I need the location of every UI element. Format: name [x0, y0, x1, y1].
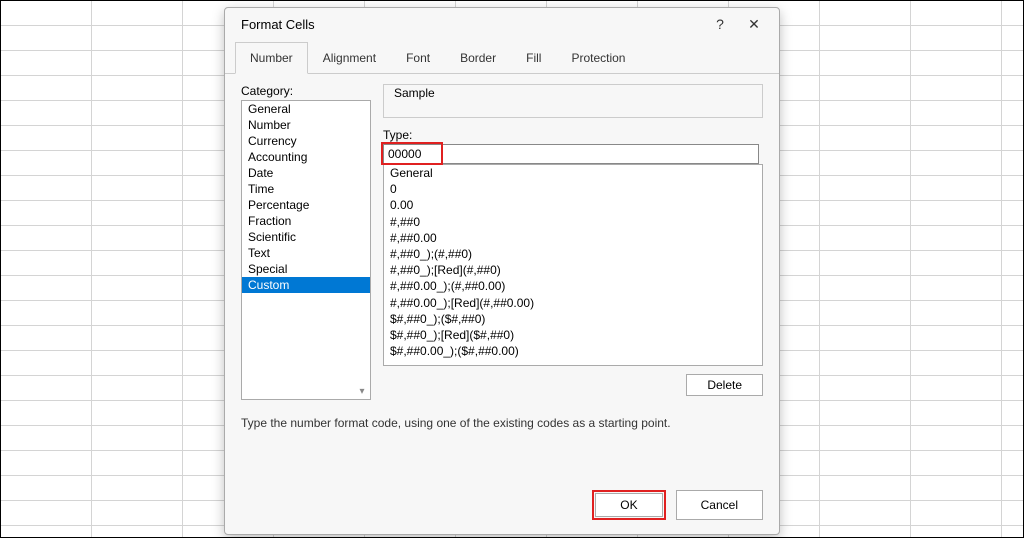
ok-button[interactable]: OK — [595, 493, 662, 517]
highlight-annotation: OK — [592, 490, 665, 520]
category-item[interactable]: Number — [242, 117, 370, 133]
format-code-item[interactable]: #,##0.00_);(#,##0.00) — [384, 278, 762, 294]
category-label: Category: — [241, 84, 371, 98]
category-item[interactable]: Text — [242, 245, 370, 261]
help-button[interactable]: ? — [703, 10, 737, 38]
category-item-selected[interactable]: Custom — [242, 277, 370, 293]
tab-strip: Number Alignment Font Border Fill Protec… — [225, 40, 779, 74]
cancel-button[interactable]: Cancel — [676, 490, 763, 520]
tab-alignment[interactable]: Alignment — [308, 42, 391, 74]
dialog-button-bar: OK Cancel — [225, 480, 779, 534]
category-item[interactable]: Currency — [242, 133, 370, 149]
format-code-item[interactable]: 0.00 — [384, 197, 762, 213]
dialog-titlebar: Format Cells ? ✕ — [225, 8, 779, 40]
delete-button[interactable]: Delete — [686, 374, 763, 396]
tab-border[interactable]: Border — [445, 42, 511, 74]
format-code-item[interactable]: 0 — [384, 181, 762, 197]
chevron-down-icon: ▾ — [355, 384, 369, 398]
format-code-item[interactable]: $#,##0_);($#,##0) — [384, 311, 762, 327]
dialog-title: Format Cells — [241, 17, 703, 32]
category-item[interactable]: Scientific — [242, 229, 370, 245]
format-cells-dialog: Format Cells ? ✕ Number Alignment Font B… — [224, 7, 780, 535]
close-button[interactable]: ✕ — [737, 10, 771, 38]
format-code-item[interactable]: General — [384, 165, 762, 181]
format-code-item[interactable]: #,##0.00 — [384, 230, 762, 246]
category-listbox[interactable]: General Number Currency Accounting Date … — [241, 100, 371, 400]
number-panel: Category: General Number Currency Accoun… — [225, 74, 779, 480]
tab-number[interactable]: Number — [235, 42, 308, 74]
format-code-item[interactable]: $#,##0.00_);($#,##0.00) — [384, 343, 762, 359]
format-code-item[interactable]: #,##0_);[Red](#,##0) — [384, 262, 762, 278]
hint-text: Type the number format code, using one o… — [241, 400, 763, 430]
type-label: Type: — [383, 128, 763, 142]
format-code-item[interactable]: #,##0 — [384, 214, 762, 230]
tab-protection[interactable]: Protection — [556, 42, 640, 74]
category-item[interactable]: General — [242, 101, 370, 117]
category-item[interactable]: Special — [242, 261, 370, 277]
category-item[interactable]: Time — [242, 181, 370, 197]
category-item[interactable]: Accounting — [242, 149, 370, 165]
category-item[interactable]: Date — [242, 165, 370, 181]
format-code-listbox[interactable]: General 0 0.00 #,##0 #,##0.00 #,##0_);(#… — [383, 164, 763, 366]
tab-font[interactable]: Font — [391, 42, 445, 74]
type-input[interactable] — [383, 144, 759, 164]
sample-label: Sample — [392, 86, 437, 100]
category-item[interactable]: Percentage — [242, 197, 370, 213]
sample-box: Sample — [383, 84, 763, 118]
tab-fill[interactable]: Fill — [511, 42, 556, 74]
category-item[interactable]: Fraction — [242, 213, 370, 229]
format-code-item[interactable]: #,##0_);(#,##0) — [384, 246, 762, 262]
format-code-item[interactable]: $#,##0_);[Red]($#,##0) — [384, 327, 762, 343]
format-code-item[interactable]: #,##0.00_);[Red](#,##0.00) — [384, 295, 762, 311]
